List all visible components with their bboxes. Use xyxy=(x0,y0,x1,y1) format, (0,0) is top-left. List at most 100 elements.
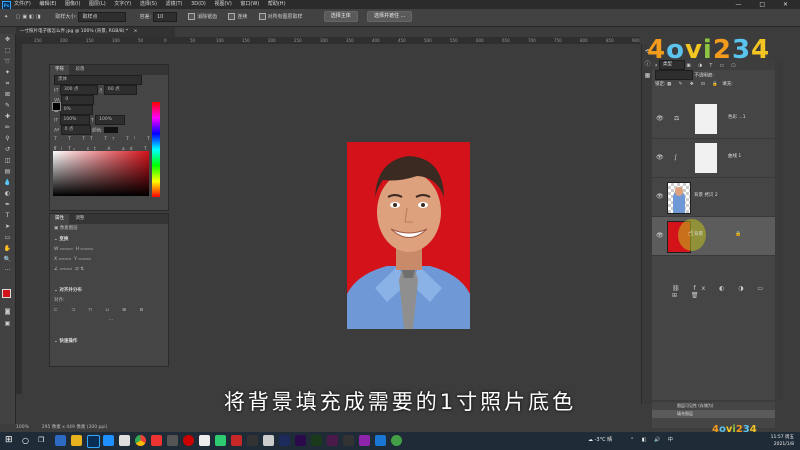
horizontal-scale-input[interactable]: 100% xyxy=(95,115,126,125)
premiere-icon[interactable] xyxy=(295,435,306,446)
canvas-photo[interactable] xyxy=(347,142,470,329)
select-and-mask-button[interactable]: 选择并遮住 ... xyxy=(366,11,413,22)
hue-slider[interactable] xyxy=(152,102,160,197)
gradient-tool-icon[interactable]: ▤ xyxy=(0,166,15,177)
path-select-icon[interactable]: ➤ xyxy=(0,221,15,232)
search-icon[interactable]: ○ xyxy=(22,435,33,446)
lock-icon[interactable]: 🔒 xyxy=(735,231,741,237)
menu-layer[interactable]: 图层(L) xyxy=(89,0,106,9)
eye-icon[interactable]: 👁 xyxy=(656,115,664,122)
angle-field[interactable]: ∠ ▭▭▭ ⇄ ⇅ xyxy=(50,265,168,275)
windows-start-icon[interactable]: ⊞ xyxy=(5,435,16,446)
taskbar-clock[interactable]: 11:57 周五 2021/1/8 xyxy=(771,434,794,448)
photoshop-taskbar-icon[interactable] xyxy=(87,435,100,448)
vertical-scale-input[interactable]: 100% xyxy=(59,115,90,125)
tab-adjustments[interactable]: 调整 xyxy=(70,214,89,224)
dodge-tool-icon[interactable]: ◐ xyxy=(0,188,15,199)
weather-widget[interactable]: ☁ -3°C 晴 xyxy=(588,436,612,443)
app-icon-9[interactable] xyxy=(183,435,194,446)
menu-3d[interactable]: 3D(D) xyxy=(191,0,206,9)
layers-scrollbar[interactable] xyxy=(775,60,783,400)
eraser-tool-icon[interactable]: ◫ xyxy=(0,155,15,166)
magic-wand-tool-icon[interactable]: ✦ xyxy=(0,67,15,78)
crop-tool-icon[interactable]: ⌗ xyxy=(0,78,15,89)
baseline-input[interactable]: 0 点 xyxy=(60,125,91,135)
more-tools-icon[interactable]: ··· xyxy=(0,265,15,276)
tray-icons[interactable]: ⌃ ◧ 🔊 中 xyxy=(630,436,676,443)
position-fields[interactable]: X ▭▭▭ Y ▭▭▭ xyxy=(50,255,168,265)
zoom-tool-icon[interactable]: 🔍 xyxy=(0,254,15,265)
app-icon-21[interactable] xyxy=(375,435,386,446)
kerning-input[interactable]: 0 xyxy=(61,95,95,105)
menu-window[interactable]: 窗口(W) xyxy=(240,0,259,9)
transform-fields[interactable]: W ▭▭▭ H ▭▭▭ xyxy=(50,245,168,255)
app-icon-15[interactable] xyxy=(279,435,290,446)
hand-tool-icon[interactable]: ✋ xyxy=(0,243,15,254)
type-tool-icon[interactable]: T xyxy=(0,210,15,221)
menu-image[interactable]: 图像(I) xyxy=(65,0,80,9)
app-icon-18[interactable] xyxy=(327,435,338,446)
align-buttons[interactable]: ⊏ ⊐ ⊓ ⊔ ⊞ ⊟ xyxy=(50,306,168,316)
contiguous-checkbox[interactable] xyxy=(228,13,236,20)
healing-tool-icon[interactable]: ✚ xyxy=(0,111,15,122)
menu-edit[interactable]: 编辑(E) xyxy=(39,0,56,9)
tracking-input[interactable]: 0% xyxy=(59,105,93,115)
menu-filter[interactable]: 滤镜(T) xyxy=(166,0,183,9)
tab-paragraph[interactable]: 段落 xyxy=(70,65,89,75)
layer-row[interactable]: 👁 背景 拷贝 2 xyxy=(652,178,775,217)
app-icon-12[interactable] xyxy=(231,435,242,446)
app-icon-22[interactable] xyxy=(391,435,402,446)
select-subject-button[interactable]: 选择主体 xyxy=(323,11,358,22)
document-tab[interactable]: 一寸照片电子版怎么弄.jpg @ 100% (背景, RGB/8) * × xyxy=(16,27,175,37)
font-family-select[interactable]: 黑体 xyxy=(54,75,142,85)
app-icon-19[interactable] xyxy=(343,435,354,446)
app-icon-17[interactable] xyxy=(311,435,322,446)
blur-tool-icon[interactable]: 💧 xyxy=(0,177,15,188)
blend-mode-select[interactable] xyxy=(655,70,693,80)
app-icon-20[interactable] xyxy=(359,435,370,446)
text-style-buttons[interactable]: T T TT Tт T¹ T₁ T T xyxy=(50,135,168,152)
color-picker-field[interactable] xyxy=(53,151,149,196)
marquee-tool-icon[interactable]: ⬚ xyxy=(0,45,15,56)
eyedropper-tool-icon[interactable]: ✎ xyxy=(0,100,15,111)
app-icon-7[interactable] xyxy=(151,435,162,446)
app-icon-2[interactable] xyxy=(71,435,82,446)
sample-size-select[interactable]: 取样点 xyxy=(78,11,127,22)
more-options-icon[interactable]: ··· xyxy=(50,316,168,326)
close-icon[interactable]: × xyxy=(134,29,138,34)
sample-all-checkbox[interactable] xyxy=(258,13,266,20)
app-icon-11[interactable] xyxy=(215,435,226,446)
layer-row[interactable]: 👁 ∫ 曲线 1 xyxy=(652,139,775,178)
pen-tool-icon[interactable]: ✒ xyxy=(0,199,15,210)
app-icon-4[interactable] xyxy=(103,435,114,446)
frame-tool-icon[interactable]: ⊠ xyxy=(0,89,15,100)
zoom-level[interactable]: 100% xyxy=(16,425,29,430)
eye-icon[interactable]: 👁 xyxy=(656,232,664,239)
layers-footer-icons[interactable]: ⛓ fx ◐ ◑ ▭ ⊞ 🗑 xyxy=(672,285,775,299)
stamp-tool-icon[interactable]: ⚲ xyxy=(0,133,15,144)
brush-tool-icon[interactable]: ✏ xyxy=(0,122,15,133)
screen-mode-icon[interactable]: ▣ xyxy=(0,318,15,329)
selection-mode-icons[interactable]: ▢▣◧◨ xyxy=(16,9,54,26)
window-controls[interactable]: — □ ✕ xyxy=(735,0,796,9)
history-brush-icon[interactable]: ↺ xyxy=(0,144,15,155)
app-icon-5[interactable] xyxy=(119,435,130,446)
tab-properties[interactable]: 属性 xyxy=(50,214,69,224)
app-icon-8[interactable] xyxy=(167,435,178,446)
app-icon-10[interactable] xyxy=(199,435,210,446)
lock-icons[interactable]: ▦ ✎ ✥ ⊡ 🔒 xyxy=(667,82,721,87)
tolerance-input[interactable]: 10 xyxy=(152,11,177,22)
move-tool-icon[interactable]: ✥ xyxy=(0,34,15,45)
tab-character[interactable]: 字符 xyxy=(50,65,69,75)
layer-row-selected[interactable]: 👁 ☝ 背景 🔒 xyxy=(652,217,775,256)
shape-tool-icon[interactable]: ▭ xyxy=(0,232,15,243)
app-icon-14[interactable] xyxy=(263,435,274,446)
antialias-checkbox[interactable] xyxy=(188,13,196,20)
eye-icon[interactable]: 👁 xyxy=(656,154,664,161)
layer-row[interactable]: 👁 ⚖ 色彩 ...1 xyxy=(652,100,775,139)
menu-file[interactable]: 文件(F) xyxy=(14,0,31,9)
lasso-tool-icon[interactable]: ➰ xyxy=(0,56,15,67)
eye-icon[interactable]: 👁 xyxy=(656,193,664,200)
chrome-icon[interactable] xyxy=(135,435,146,446)
quick-mask-icon[interactable]: ◙ xyxy=(0,306,15,317)
